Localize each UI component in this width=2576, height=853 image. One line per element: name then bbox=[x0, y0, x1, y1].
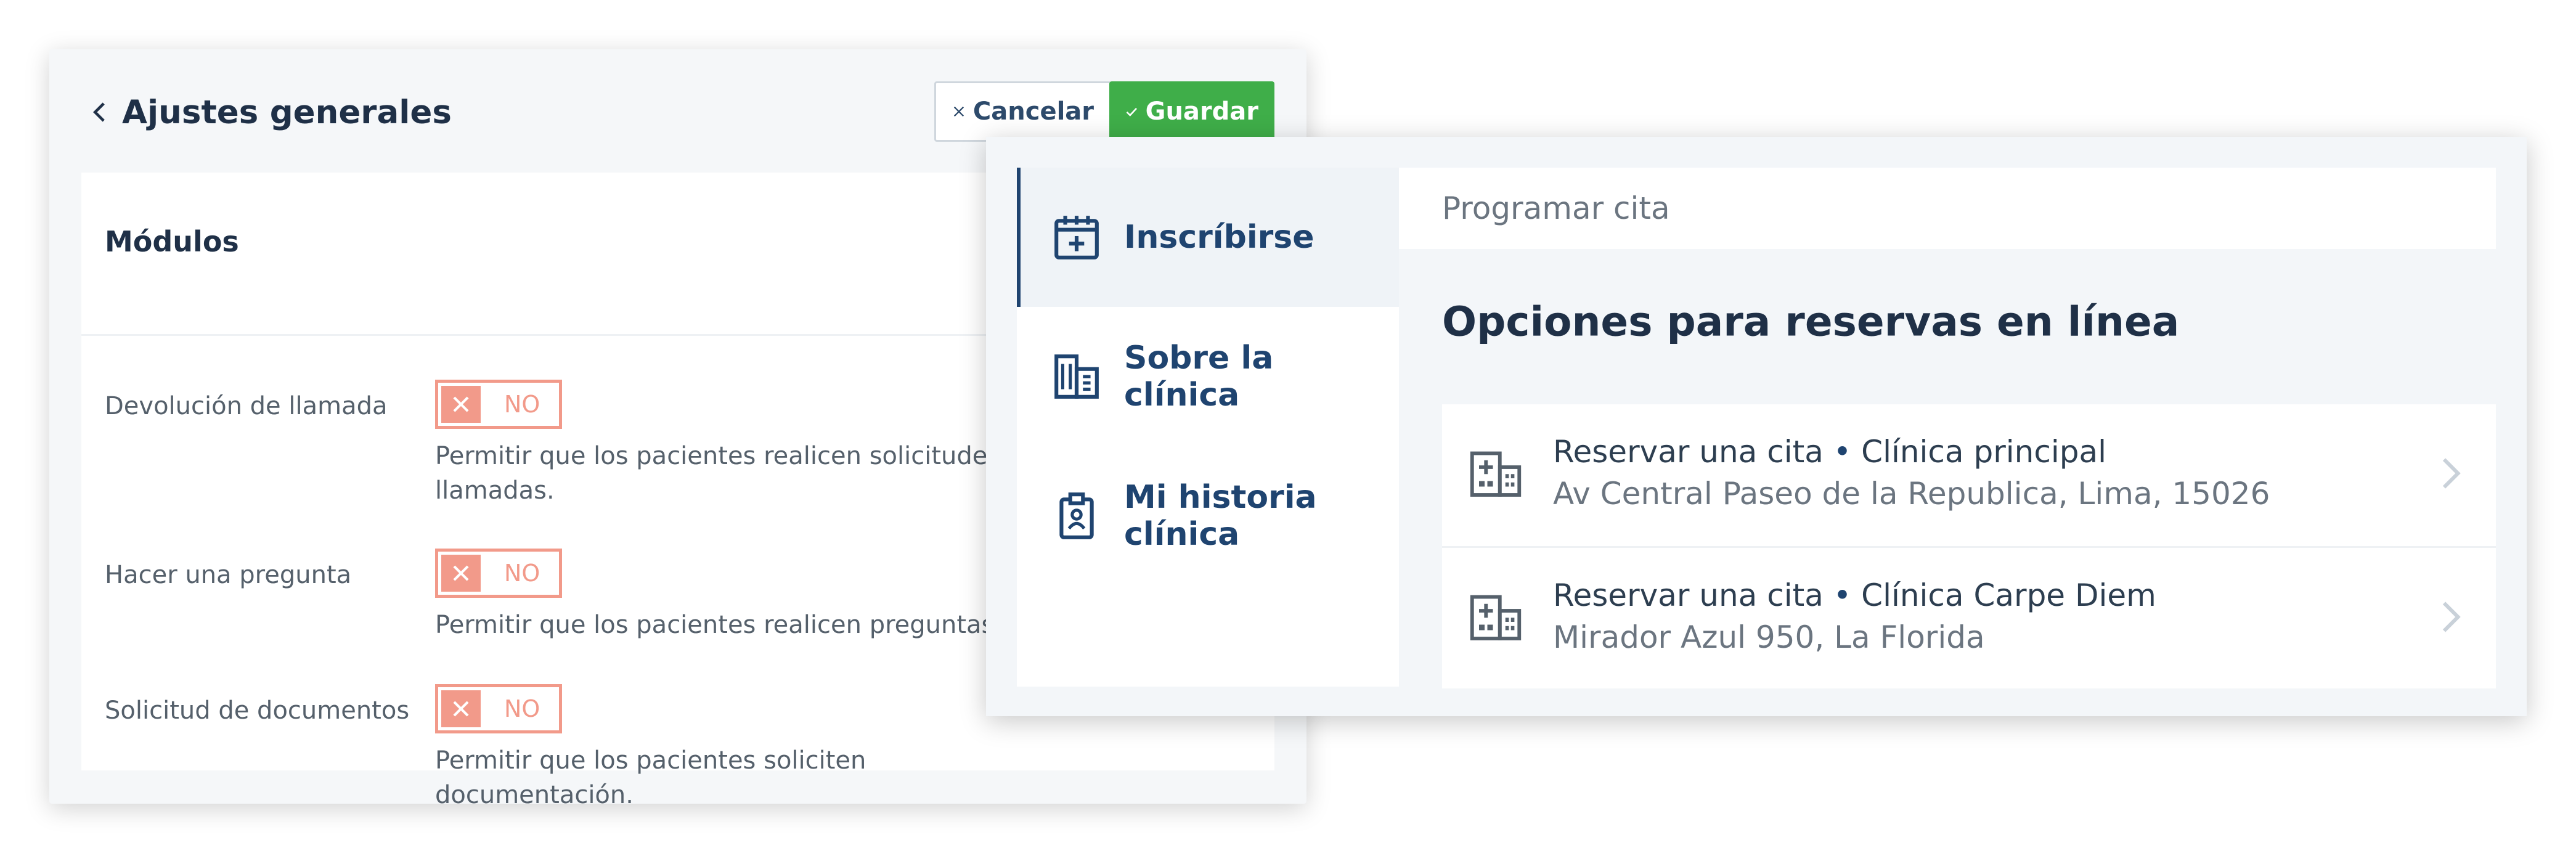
chevron-right-icon bbox=[2442, 458, 2461, 489]
nav-item-medical-record[interactable]: Mi historia clínica bbox=[1017, 446, 1399, 586]
content-title: Opciones para reservas en línea bbox=[1442, 298, 2180, 346]
location-name: Clínica Carpe Diem bbox=[1861, 578, 2156, 613]
question-description: Permitir que los pacientes realicen preg… bbox=[435, 611, 1003, 639]
save-button[interactable]: Guardar bbox=[1109, 81, 1274, 142]
chevron-left-icon bbox=[93, 102, 105, 122]
hospital-icon bbox=[1470, 451, 1522, 497]
toggle-state: NO bbox=[504, 560, 540, 587]
close-icon bbox=[453, 701, 469, 717]
location-separator: • bbox=[1833, 578, 1852, 613]
documents-toggle[interactable]: NO bbox=[435, 684, 562, 733]
toggle-knob bbox=[441, 386, 481, 423]
toggle-knob bbox=[441, 555, 481, 592]
nav-item-label: Inscríbirse bbox=[1124, 219, 1314, 256]
page-title: Ajustes generales bbox=[122, 93, 452, 131]
close-icon bbox=[453, 396, 469, 412]
location-title: Reservar una cita • Clínica principal bbox=[1553, 434, 2106, 470]
callback-label: Devolución de llamada bbox=[105, 392, 388, 420]
question-label: Hacer una pregunta bbox=[105, 561, 352, 589]
booking-widget: Inscríbirse Sobre la clínica Mi historia bbox=[986, 137, 2527, 716]
side-nav: Inscríbirse Sobre la clínica Mi historia bbox=[1017, 168, 1399, 687]
callback-description: Permitir que los pacientes realicen soli… bbox=[435, 442, 1039, 505]
location-action: Reservar una cita bbox=[1553, 434, 1824, 470]
chevron-right-icon bbox=[2442, 602, 2461, 632]
tab-bar: Programar cita bbox=[1399, 168, 2496, 249]
tab-schedule-appointment[interactable]: Programar cita bbox=[1442, 190, 1670, 226]
check-icon bbox=[1126, 107, 1137, 116]
callback-toggle[interactable]: NO bbox=[435, 380, 562, 429]
toggle-state: NO bbox=[504, 695, 540, 722]
location-item[interactable]: Reservar una cita • Clínica principal Av… bbox=[1442, 404, 2496, 545]
cancel-button-label: Cancelar bbox=[972, 97, 1094, 126]
location-name: Clínica principal bbox=[1861, 434, 2106, 470]
location-title: Reservar una cita • Clínica Carpe Diem bbox=[1553, 578, 2156, 613]
documents-description: Permitir que los pacientes soliciten doc… bbox=[435, 746, 866, 809]
calendar-plus-icon bbox=[1054, 216, 1099, 259]
clipboard-user-icon bbox=[1059, 492, 1094, 539]
close-icon bbox=[953, 106, 964, 117]
location-separator: • bbox=[1833, 434, 1852, 470]
save-button-label: Guardar bbox=[1145, 97, 1258, 126]
cancel-button[interactable]: Cancelar bbox=[934, 81, 1112, 142]
section-title: Módulos bbox=[105, 225, 239, 258]
nav-item-label: Mi historia clínica bbox=[1124, 479, 1317, 553]
location-address: Mirador Azul 950, La Florida bbox=[1553, 619, 1985, 655]
hospital-icon bbox=[1470, 595, 1522, 640]
location-item[interactable]: Reservar una cita • Clínica Carpe Diem M… bbox=[1442, 546, 2496, 688]
toggle-knob bbox=[441, 690, 481, 727]
location-list: Reservar una cita • Clínica principal Av… bbox=[1442, 404, 2496, 688]
nav-item-label: Sobre la clínica bbox=[1124, 340, 1274, 414]
close-icon bbox=[453, 565, 469, 581]
location-address: Av Central Paseo de la Republica, Lima, … bbox=[1553, 476, 2270, 512]
building-icon bbox=[1054, 354, 1099, 399]
toggle-state: NO bbox=[504, 391, 540, 418]
documents-label: Solicitud de documentos bbox=[105, 696, 410, 725]
question-toggle[interactable]: NO bbox=[435, 549, 562, 598]
back-button[interactable]: Ajustes generales bbox=[88, 88, 452, 137]
nav-item-about-clinic[interactable]: Sobre la clínica bbox=[1017, 307, 1399, 446]
location-action: Reservar una cita bbox=[1553, 578, 1824, 613]
nav-item-register[interactable]: Inscríbirse bbox=[1017, 168, 1399, 307]
